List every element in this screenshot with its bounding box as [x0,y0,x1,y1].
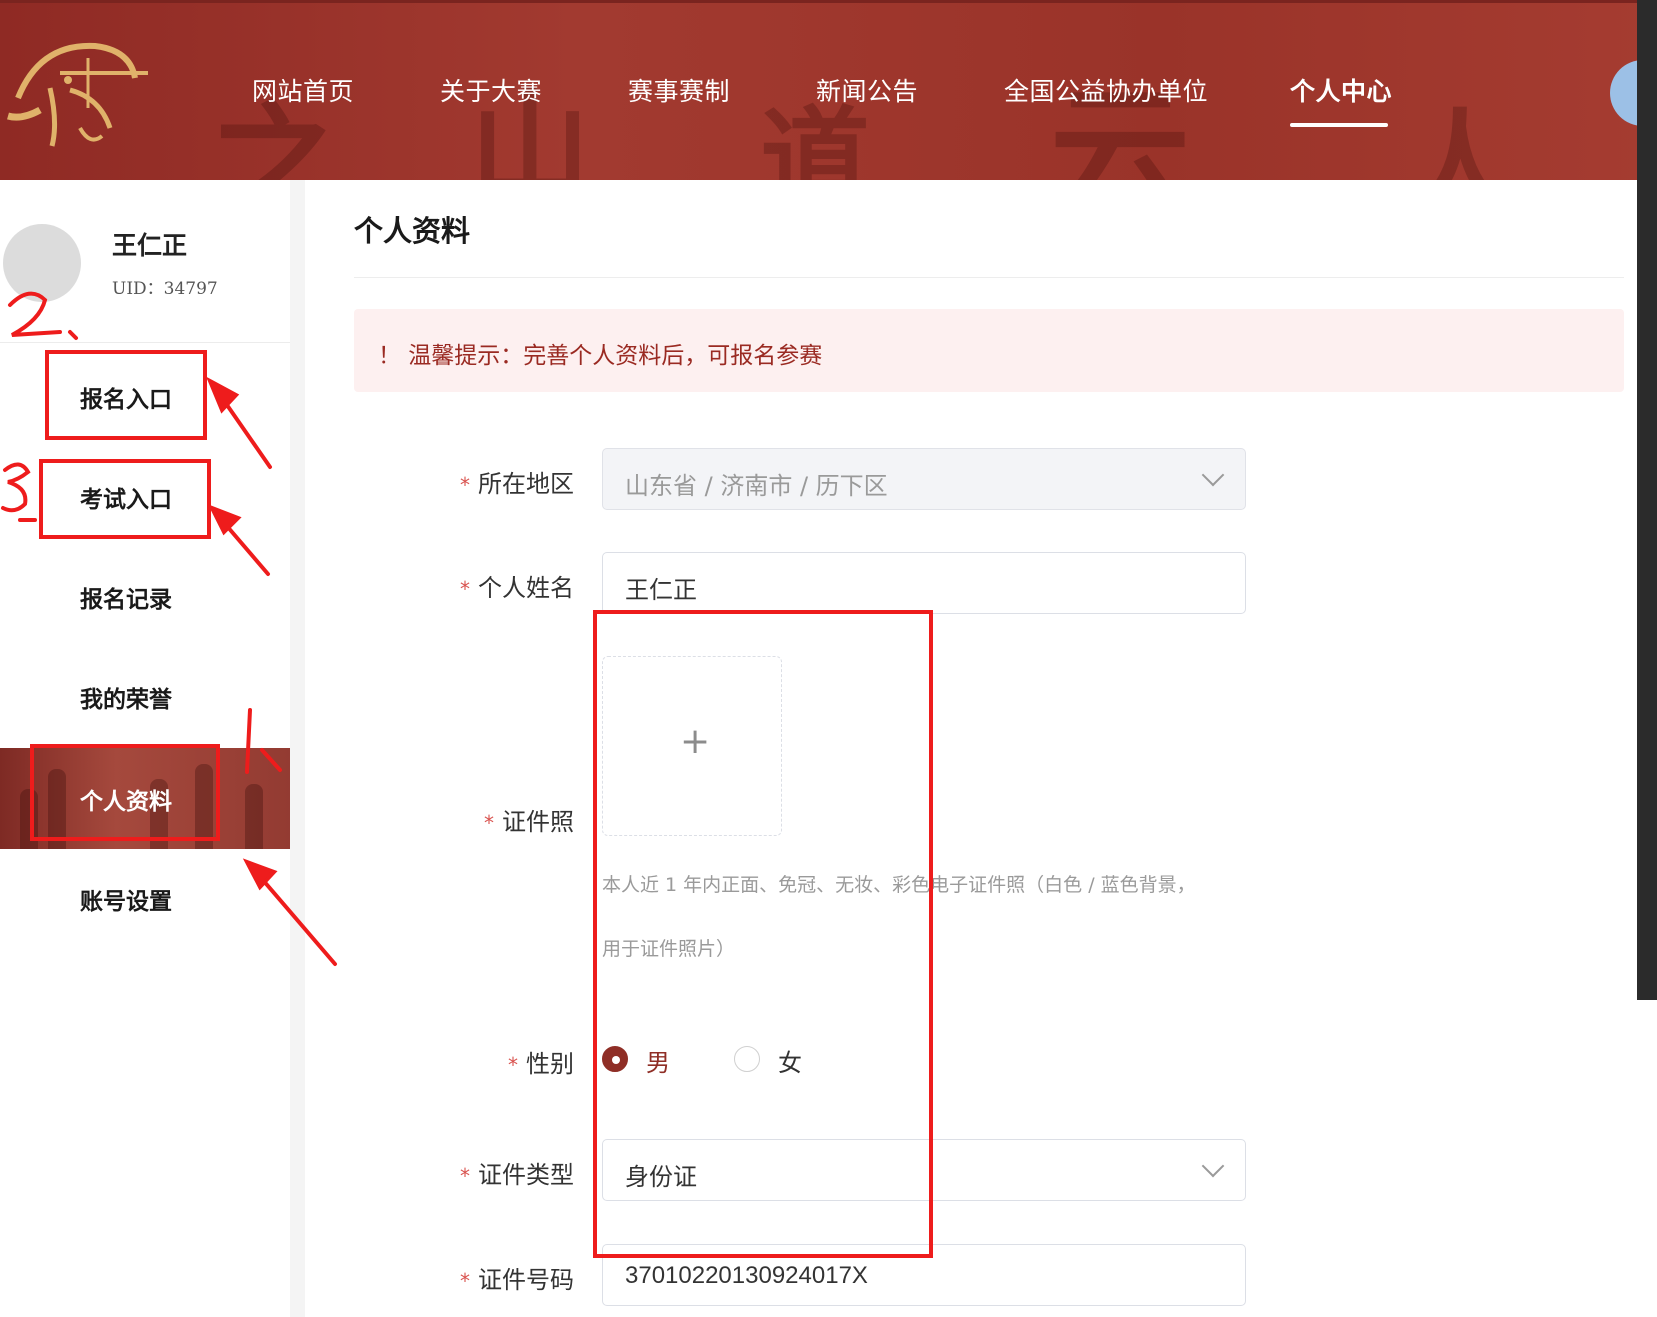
avatar[interactable] [3,224,81,302]
notice-text: ！ 温馨提示：完善个人资料后，可报名参赛 [378,343,823,369]
gender-male-label[interactable]: 男 [646,1043,670,1078]
sidebar-item-signup[interactable]: 报名入口 [80,380,172,414]
chevron-down-icon [1201,1154,1225,1178]
header-calligraphy-decoration: 云 [1050,71,1191,180]
notice-banner: ！ 温馨提示：完善个人资料后，可报名参赛 [354,309,1624,392]
gender-female-radio[interactable] [734,1046,760,1072]
id-number-label: * 证件号码 [460,1266,574,1294]
id-type-label: * 证件类型 [460,1161,574,1189]
id-type-select[interactable]: 身份证 [602,1139,1246,1201]
name-input[interactable]: 王仁正 [602,552,1246,614]
chevron-down-icon [1201,463,1225,487]
sidebar-item-profile[interactable]: 个人资料 [80,782,172,816]
profile-divider [0,342,290,343]
name-label: * 个人姓名 [460,574,574,602]
title-divider [354,277,1624,278]
nav-active-indicator [1290,123,1388,127]
header-calligraphy-decoration: 山 [470,77,590,180]
photo-upload-button[interactable]: + [602,656,782,836]
sidebar-item-honors[interactable]: 我的荣誉 [80,680,172,714]
gender-female-label[interactable]: 女 [778,1043,802,1078]
plus-icon: + [680,721,711,762]
user-uid: UID：34797 [112,279,218,299]
sidebar-item-records[interactable]: 报名记录 [80,580,172,614]
sidebar-separator [290,180,305,1317]
window-edge [1637,0,1657,1000]
sidebar-item-exam[interactable]: 考试入口 [80,480,172,514]
nav-item-partners[interactable]: 全国公益协办单位 [1004,72,1208,108]
site-header: 之 山 道 云 人 网站首页 关于大赛 赛事赛制 新闻公告 全国公益协办单位 个… [0,0,1657,180]
region-value: 山东省 / 济南市 / 历下区 [625,472,888,500]
sidebar-item-account-settings[interactable]: 账号设置 [80,882,172,916]
nav-item-rules[interactable]: 赛事赛制 [628,72,730,108]
nav-item-user-center[interactable]: 个人中心 [1290,72,1392,108]
id-type-value: 身份证 [625,1163,697,1191]
region-select[interactable]: 山东省 / 济南市 / 历下区 [602,448,1246,510]
name-value: 王仁正 [625,576,697,604]
id-number-value: 37010220130924017X [625,1262,868,1289]
id-number-input[interactable]: 37010220130924017X [602,1244,1246,1306]
page-title: 个人资料 [354,214,471,248]
gender-label: * 性别 [508,1050,574,1078]
site-logo[interactable] [0,28,160,158]
user-name: 王仁正 [112,231,188,260]
photo-label: * 证件照 [484,808,574,836]
photo-hint-line1: 本人近 1 年内正面、免冠、无妆、彩色电子证件照（白色 / 蓝色背景， [602,874,1196,896]
nav-item-news[interactable]: 新闻公告 [816,72,918,108]
header-calligraphy-decoration: 人 [1400,97,1520,180]
region-label: * 所在地区 [460,470,574,498]
header-top-line [0,0,1640,3]
gender-male-radio[interactable] [602,1046,628,1072]
nav-item-about[interactable]: 关于大赛 [440,72,542,108]
photo-hint-line2: 用于证件照片） [602,938,736,960]
nav-item-home[interactable]: 网站首页 [252,72,354,108]
